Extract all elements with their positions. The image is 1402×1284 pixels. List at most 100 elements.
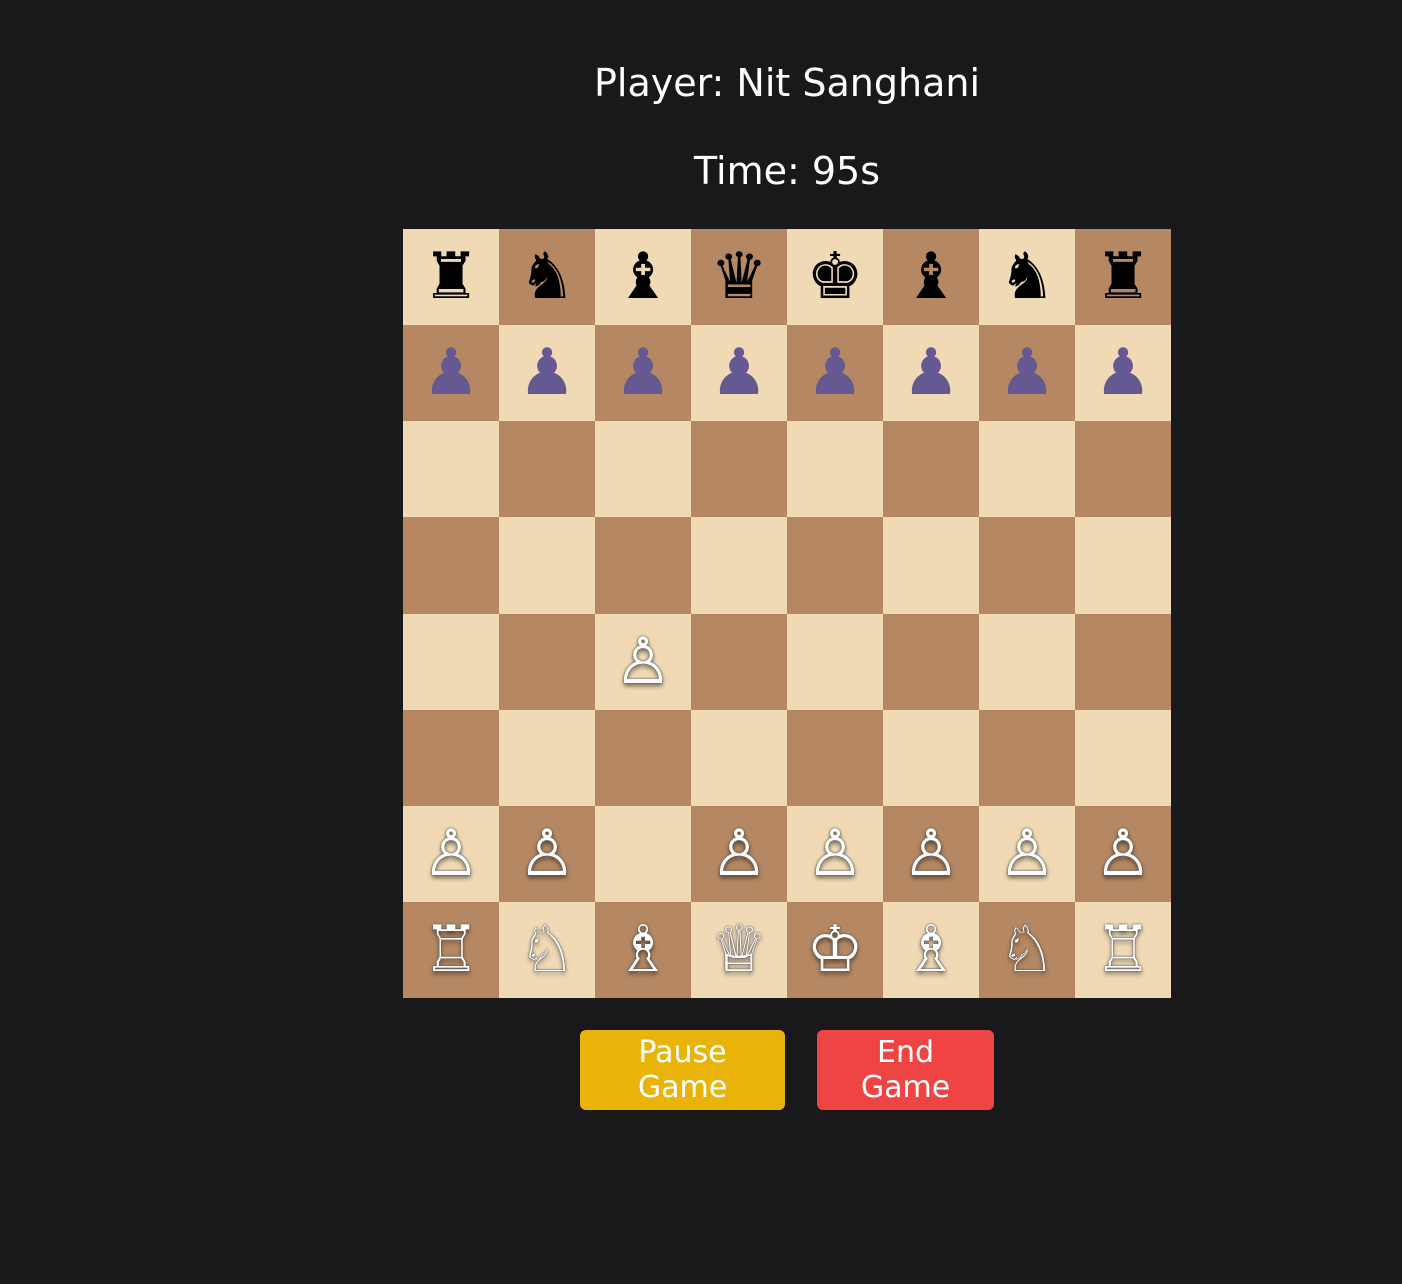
square-c6[interactable] [595,421,691,518]
white-knight-icon[interactable]: ♘ [998,918,1055,982]
square-f8[interactable]: ♝ [883,229,979,326]
square-h1[interactable]: ♖ [1075,901,1171,998]
black-pawn-icon[interactable]: ♟ [422,341,479,405]
square-g6[interactable] [979,421,1075,518]
white-rook-icon[interactable]: ♖ [1094,918,1151,982]
white-pawn-icon[interactable]: ♙ [998,822,1055,886]
square-b6[interactable] [499,421,595,518]
square-c4[interactable]: ♙ [595,613,691,710]
chess-board: ♜ ♞ ♝ ♛ ♚ ♝ ♞ ♜ ♟ ♟ ♟ ♟ ♟ ♟ ♟ ♟ ♙ ♙ ♙ ♙ ♙ ♙ ♙ ♙ ♖ ♘ ♗ ♕ ♔ ♗ ♘ ♖ [403,229,1171,998]
square-h2[interactable]: ♙ [1075,805,1171,902]
square-c7[interactable]: ♟ [595,325,691,422]
square-a5[interactable] [403,517,499,614]
square-f5[interactable] [883,517,979,614]
white-pawn-icon[interactable]: ♙ [806,822,863,886]
square-d4[interactable] [691,613,787,710]
black-pawn-icon[interactable]: ♟ [998,341,1055,405]
square-f4[interactable] [883,613,979,710]
white-pawn-icon[interactable]: ♙ [902,822,959,886]
square-d6[interactable] [691,421,787,518]
white-bishop-icon[interactable]: ♗ [902,918,959,982]
square-b7[interactable]: ♟ [499,325,595,422]
square-c3[interactable] [595,709,691,806]
square-f3[interactable] [883,709,979,806]
square-f1[interactable]: ♗ [883,901,979,998]
square-d7[interactable]: ♟ [691,325,787,422]
square-h6[interactable] [1075,421,1171,518]
white-rook-icon[interactable]: ♖ [422,918,479,982]
square-h4[interactable] [1075,613,1171,710]
black-pawn-icon[interactable]: ♟ [1094,341,1151,405]
black-pawn-icon[interactable]: ♟ [518,341,575,405]
square-e7[interactable]: ♟ [787,325,883,422]
white-king-icon[interactable]: ♔ [806,918,863,982]
square-h5[interactable] [1075,517,1171,614]
square-d5[interactable] [691,517,787,614]
white-knight-icon[interactable]: ♘ [518,918,575,982]
black-knight-icon[interactable]: ♞ [518,245,575,309]
square-e6[interactable] [787,421,883,518]
black-bishop-icon[interactable]: ♝ [902,245,959,309]
square-c1[interactable]: ♗ [595,901,691,998]
square-a3[interactable] [403,709,499,806]
square-g7[interactable]: ♟ [979,325,1075,422]
square-c5[interactable] [595,517,691,614]
white-bishop-icon[interactable]: ♗ [614,918,671,982]
white-pawn-icon[interactable]: ♙ [614,630,671,694]
black-rook-icon[interactable]: ♜ [1094,245,1151,309]
square-d8[interactable]: ♛ [691,229,787,326]
square-h8[interactable]: ♜ [1075,229,1171,326]
square-g8[interactable]: ♞ [979,229,1075,326]
square-c8[interactable]: ♝ [595,229,691,326]
square-e1[interactable]: ♔ [787,901,883,998]
black-knight-icon[interactable]: ♞ [998,245,1055,309]
black-king-icon[interactable]: ♚ [806,245,863,309]
square-d1[interactable]: ♕ [691,901,787,998]
square-f6[interactable] [883,421,979,518]
square-e4[interactable] [787,613,883,710]
square-d3[interactable] [691,709,787,806]
black-queen-icon[interactable]: ♛ [710,245,767,309]
black-bishop-icon[interactable]: ♝ [614,245,671,309]
black-pawn-icon[interactable]: ♟ [614,341,671,405]
pause-game-button[interactable]: Pause Game [580,1030,785,1110]
black-pawn-icon[interactable]: ♟ [710,341,767,405]
end-game-button[interactable]: End Game [817,1030,994,1110]
square-g1[interactable]: ♘ [979,901,1075,998]
square-h3[interactable] [1075,709,1171,806]
white-pawn-icon[interactable]: ♙ [518,822,575,886]
square-e5[interactable] [787,517,883,614]
square-g2[interactable]: ♙ [979,805,1075,902]
square-f7[interactable]: ♟ [883,325,979,422]
square-g3[interactable] [979,709,1075,806]
white-queen-icon[interactable]: ♕ [710,918,767,982]
square-e2[interactable]: ♙ [787,805,883,902]
game-controls: Pause Game End Game [580,1030,994,1110]
square-g4[interactable] [979,613,1075,710]
square-b8[interactable]: ♞ [499,229,595,326]
square-a7[interactable]: ♟ [403,325,499,422]
square-h7[interactable]: ♟ [1075,325,1171,422]
square-a1[interactable]: ♖ [403,901,499,998]
square-b2[interactable]: ♙ [499,805,595,902]
white-pawn-icon[interactable]: ♙ [422,822,479,886]
black-pawn-icon[interactable]: ♟ [806,341,863,405]
white-pawn-icon[interactable]: ♙ [1094,822,1151,886]
square-b5[interactable] [499,517,595,614]
square-g5[interactable] [979,517,1075,614]
square-a8[interactable]: ♜ [403,229,499,326]
square-a6[interactable] [403,421,499,518]
black-pawn-icon[interactable]: ♟ [902,341,959,405]
square-e3[interactable] [787,709,883,806]
square-b1[interactable]: ♘ [499,901,595,998]
square-a2[interactable]: ♙ [403,805,499,902]
black-rook-icon[interactable]: ♜ [422,245,479,309]
square-a4[interactable] [403,613,499,710]
square-f2[interactable]: ♙ [883,805,979,902]
square-b3[interactable] [499,709,595,806]
white-pawn-icon[interactable]: ♙ [710,822,767,886]
square-d2[interactable]: ♙ [691,805,787,902]
square-e8[interactable]: ♚ [787,229,883,326]
square-b4[interactable] [499,613,595,710]
square-c2[interactable] [595,805,691,902]
